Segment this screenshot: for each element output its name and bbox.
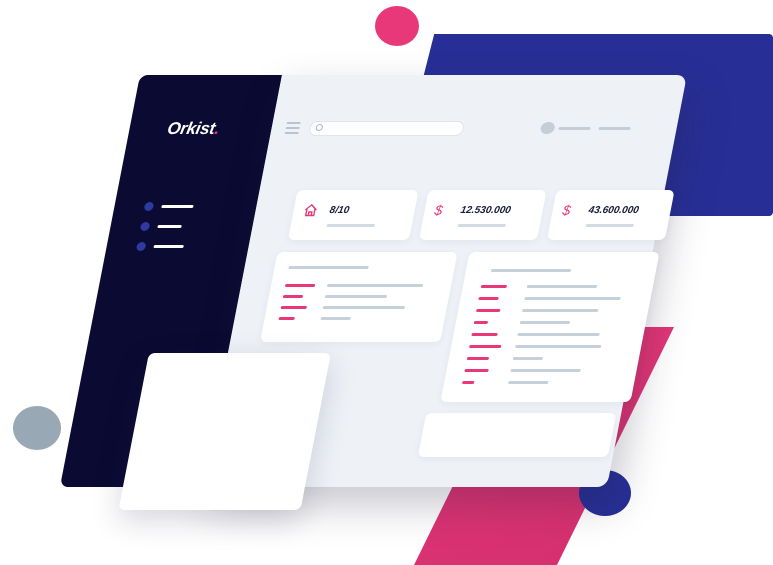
- stat-label-placeholder: [457, 224, 507, 227]
- list-item: [519, 321, 571, 324]
- list-item: [322, 306, 406, 309]
- stat-card-amount-2[interactable]: $ 43.600.000: [546, 190, 675, 240]
- avatar[interactable]: [539, 122, 556, 134]
- list-item-marker: [461, 381, 475, 384]
- list-item: [512, 357, 544, 360]
- user-name-placeholder: [558, 127, 591, 130]
- list-card-right: [440, 252, 660, 402]
- home-icon: [302, 203, 319, 219]
- user-menu-placeholder: [598, 127, 631, 130]
- list-item: [514, 345, 602, 348]
- nav-bullet-icon: [143, 202, 155, 211]
- list-item: [510, 369, 581, 372]
- decor-pink-circle: [375, 6, 419, 46]
- dollar-icon: $: [561, 202, 573, 218]
- list-item-marker: [468, 345, 502, 348]
- nav-bullet-icon: [135, 242, 147, 251]
- list-card-left: [260, 252, 458, 342]
- list-item: [507, 381, 549, 384]
- list-item: [320, 317, 351, 320]
- stat-card-amount-1[interactable]: $ 12.530.000: [418, 190, 547, 240]
- list-item-marker: [475, 309, 501, 312]
- hamburger-icon[interactable]: [284, 122, 301, 137]
- list-item-marker: [278, 317, 295, 320]
- list-item-marker: [480, 285, 508, 288]
- floating-card: [118, 353, 331, 510]
- dashboard-window: Orkist. 8/10 $ 12.530.000 $ 43.600.000: [59, 75, 687, 510]
- list-item-marker: [280, 306, 308, 309]
- logo: Orkist.: [165, 119, 222, 138]
- nav-bullet-icon: [139, 222, 151, 231]
- list-item: [324, 295, 388, 298]
- list-item-marker: [478, 297, 499, 300]
- list-item-marker: [466, 357, 490, 360]
- decor-grey-circle: [13, 406, 61, 450]
- empty-card: [417, 413, 617, 457]
- stat-value: 8/10: [328, 205, 351, 216]
- dollar-icon: $: [433, 202, 445, 218]
- list-item-marker: [282, 295, 304, 298]
- list-item: [326, 284, 424, 287]
- list-item-marker: [471, 333, 498, 336]
- stat-label-placeholder: [585, 224, 635, 227]
- list-item-marker: [464, 369, 489, 372]
- stat-value: 43.600.000: [587, 205, 640, 216]
- stat-card-houses[interactable]: 8/10: [287, 190, 419, 240]
- search-input[interactable]: [323, 122, 456, 135]
- list-item: [526, 285, 598, 288]
- list-item: [524, 297, 621, 300]
- stat-value: 12.530.000: [459, 205, 512, 216]
- list-item-marker: [473, 321, 489, 324]
- stat-label-placeholder: [326, 224, 376, 227]
- list-item: [517, 333, 600, 336]
- list-item-marker: [284, 284, 316, 287]
- sidebar-item-2[interactable]: [139, 222, 182, 232]
- sidebar-item-1[interactable]: [143, 202, 194, 212]
- search-bar[interactable]: [308, 121, 466, 136]
- sidebar-item-3[interactable]: [135, 242, 184, 252]
- list-item: [521, 309, 599, 312]
- search-icon: [315, 124, 324, 131]
